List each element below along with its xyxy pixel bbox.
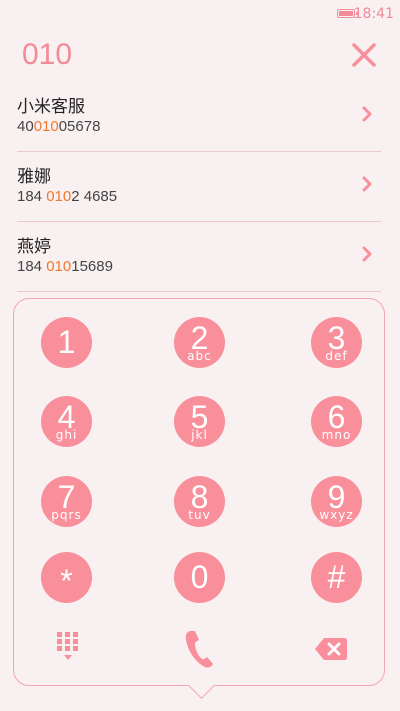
backspace-icon [315,638,347,660]
key-3[interactable]: 3 def [311,317,362,368]
contact-results-list: 小米客服 4001005678 雅娜 184 0102 4685 燕婷 184 … [17,82,381,292]
contact-number: 4001005678 [17,118,101,135]
close-button[interactable] [351,42,377,68]
dialpad-collapse-icon [57,632,78,660]
key-2[interactable]: 2 abc [174,317,225,368]
contact-item[interactable]: 雅娜 184 0102 4685 [17,152,381,222]
key-9[interactable]: 9 wxyz [311,476,362,527]
number-match: 010 [46,258,72,275]
collapse-dialpad-button[interactable] [57,632,79,666]
contact-name: 雅娜 [17,167,51,187]
key-8[interactable]: 8 tuv [174,476,225,527]
key-1[interactable]: 1 [41,317,92,368]
contact-name: 小米客服 [17,97,85,117]
battery-icon [337,9,358,18]
dial-query-display: 010 [22,38,73,71]
chevron-right-icon[interactable] [361,246,373,262]
key-7[interactable]: 7 pqrs [41,476,92,527]
contact-number: 184 0102 4685 [17,188,118,205]
contact-number: 184 01015689 [17,258,113,275]
contact-name: 燕婷 [17,237,51,257]
key-6[interactable]: 6 mno [311,396,362,447]
contact-item[interactable]: 小米客服 4001005678 [17,82,381,152]
status-time: 18:41 [353,6,394,22]
key-hash[interactable]: # [311,552,362,603]
key-5[interactable]: 5 jkl [174,396,225,447]
dialpad: 1 2 abc 3 def 4 ghi 5 jkl 6 mno 7 pqrs 8 tuv 9w… [13,298,385,699]
status-bar: 18:41 [0,0,400,30]
key-0[interactable]: 0 [174,552,225,603]
key-4[interactable]: 4 ghi [41,396,92,447]
delete-button[interactable] [315,638,347,664]
contact-item[interactable]: 燕婷 184 01015689 [17,222,381,292]
call-button[interactable] [184,629,214,673]
chevron-right-icon[interactable] [361,176,373,192]
number-match: 010 [46,188,72,205]
close-icon [352,43,376,67]
phone-icon [185,631,213,668]
chevron-right-icon[interactable] [361,106,373,122]
number-match: 010 [33,118,59,135]
key-star[interactable]: * [41,552,92,603]
